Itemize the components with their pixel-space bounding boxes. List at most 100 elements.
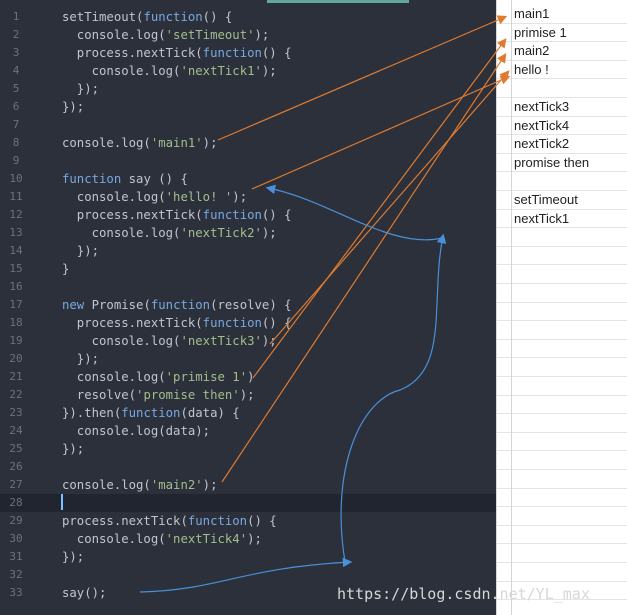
tab-indicator	[267, 0, 409, 3]
code-line[interactable]: 17 new Promise(function(resolve) {	[0, 296, 496, 314]
output-row	[497, 79, 627, 98]
line-number: 20	[9, 352, 23, 365]
line-number: 17	[9, 298, 23, 311]
output-text: nextTick2	[514, 136, 570, 152]
code-editor[interactable]: 1 setTimeout(function() {2 console.log('s…	[0, 0, 496, 615]
line-number: 2	[12, 28, 20, 41]
code-text: console.log('nextTick1');	[62, 64, 277, 78]
code-line[interactable]: 5 });	[0, 80, 496, 98]
output-row: nextTick2	[497, 135, 627, 154]
line-number: 27	[9, 478, 23, 491]
output-row-empty	[497, 489, 627, 508]
code-line[interactable]: 8 console.log('main1');	[0, 134, 496, 152]
output-row	[497, 172, 627, 191]
code-line[interactable]: 4 console.log('nextTick1');	[0, 62, 496, 80]
output-row: hello !	[497, 61, 627, 80]
output-row-empty	[497, 451, 627, 470]
line-number: 5	[12, 82, 20, 95]
code-line[interactable]: 11 console.log('hello! ');	[0, 188, 496, 206]
code-line[interactable]: 23}).then(function(data) {	[0, 404, 496, 422]
code-line[interactable]: 25});	[0, 440, 496, 458]
line-number: 11	[9, 190, 23, 203]
code-line[interactable]: 15}	[0, 260, 496, 278]
code-text: });	[62, 100, 85, 114]
code-text: setTimeout(function() {	[62, 10, 233, 24]
line-number: 15	[9, 262, 23, 275]
code-line[interactable]: 12 process.nextTick(function() {	[0, 206, 496, 224]
output-text: hello !	[514, 61, 549, 77]
line-number: 3	[12, 46, 20, 59]
code-line[interactable]: 3 process.nextTick(function() {	[0, 44, 496, 62]
code-line[interactable]: 16	[0, 278, 496, 296]
code-line[interactable]: 27 console.log('main2');	[0, 476, 496, 494]
output-text: setTimeout	[514, 192, 578, 207]
output-text: nextTick3	[514, 99, 570, 114]
code-text: process.nextTick(function() {	[62, 46, 292, 60]
code-text: resolve('promise then');	[62, 388, 255, 402]
line-number: 25	[9, 442, 23, 455]
line-number: 30	[9, 532, 23, 545]
line-number: 26	[9, 460, 23, 473]
line-number: 33	[9, 586, 23, 599]
code-text: process.nextTick(function() {	[62, 208, 292, 222]
code-line[interactable]: 22 resolve('promise then');	[0, 386, 496, 404]
code-line[interactable]: 6});	[0, 98, 496, 116]
code-text: }).then(function(data) {	[62, 406, 240, 420]
output-row-empty	[497, 433, 627, 452]
code-line[interactable]: 30 console.log('nextTick4');	[0, 530, 496, 548]
output-row: nextTick3	[497, 98, 627, 117]
code-text: process.nextTick(function() {	[62, 316, 292, 330]
code-line[interactable]: 26	[0, 458, 496, 476]
output-text: primise 1	[514, 24, 567, 40]
output-row: nextTick4	[497, 117, 627, 136]
code-line[interactable]: 10 function say () {	[0, 170, 496, 188]
output-row-empty	[497, 526, 627, 545]
line-number: 18	[9, 316, 23, 329]
code-text: });	[62, 550, 85, 564]
output-row-empty	[497, 228, 627, 247]
output-row: main2	[497, 42, 627, 61]
line-number: 10	[9, 172, 23, 185]
output-row-empty	[497, 507, 627, 526]
code-line[interactable]: 9	[0, 152, 496, 170]
code-line[interactable]: 32	[0, 566, 496, 584]
output-row-empty	[497, 563, 627, 582]
code-text: console.log('main1');	[62, 136, 218, 150]
code-line[interactable]: 21 console.log('primise 1')	[0, 368, 496, 386]
console-output-panel: main1 primise 1 main2 hello ! nextTick3 nextT…	[496, 0, 627, 615]
code-line[interactable]: 20 });	[0, 350, 496, 368]
code-text: new Promise(function(resolve) {	[62, 298, 292, 312]
output-row-empty	[497, 321, 627, 340]
line-number: 28	[9, 496, 23, 509]
output-column-divider	[511, 0, 512, 615]
output-row: promise then	[497, 154, 627, 173]
output-text: promise then	[514, 154, 590, 170]
code-line[interactable]: 14 });	[0, 242, 496, 260]
output-row-empty	[497, 377, 627, 396]
output-row-empty	[497, 265, 627, 284]
code-line[interactable]: 13 console.log('nextTick2');	[0, 224, 496, 242]
line-number: 31	[9, 550, 23, 563]
output-row-empty	[497, 340, 627, 359]
code-line[interactable]: 7	[0, 116, 496, 134]
output-row: primise 1	[497, 24, 627, 43]
code-line[interactable]: 29 process.nextTick(function() {	[0, 512, 496, 530]
line-number: 16	[9, 280, 23, 293]
line-number: 13	[9, 226, 23, 239]
code-text: });	[62, 442, 85, 456]
code-line[interactable]: 31});	[0, 548, 496, 566]
code-text: });	[62, 352, 100, 366]
code-line[interactable]: 18 process.nextTick(function() {	[0, 314, 496, 332]
code-line[interactable]: 2 console.log('setTimeout');	[0, 26, 496, 44]
output-row-empty	[497, 358, 627, 377]
output-text: nextTick1	[514, 210, 570, 226]
line-number: 4	[12, 64, 20, 77]
code-line[interactable]: 28	[0, 494, 496, 512]
output-row-empty	[497, 544, 627, 563]
code-line[interactable]: 19 console.log('nextTick3');	[0, 332, 496, 350]
line-number: 19	[9, 334, 23, 347]
output-row-empty	[497, 414, 627, 433]
output-text: main1	[514, 6, 550, 21]
code-line[interactable]: 24 console.log(data);	[0, 422, 496, 440]
code-line[interactable]: 1 setTimeout(function() {	[0, 8, 496, 26]
